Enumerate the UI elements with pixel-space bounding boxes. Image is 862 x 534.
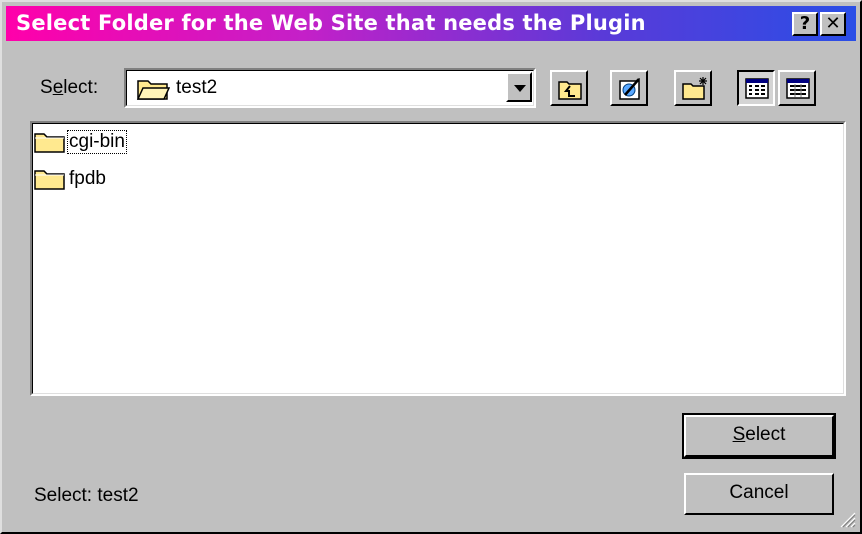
list-view-icon	[745, 78, 769, 99]
up-one-level-button[interactable]	[550, 70, 588, 106]
select-label-hotkey: e	[52, 77, 64, 98]
help-button[interactable]: ?	[792, 12, 818, 36]
resize-grip-icon[interactable]	[838, 510, 856, 528]
folder-name: cgi-bin	[67, 130, 127, 154]
details-view-icon	[786, 78, 810, 99]
cancel-button[interactable]: Cancel	[684, 473, 834, 515]
select-button[interactable]: Select	[682, 413, 836, 459]
folder-icon	[34, 133, 65, 153]
new-folder-icon	[682, 77, 707, 100]
up-folder-icon	[558, 81, 582, 100]
select-label-text: S	[40, 77, 53, 98]
dropdown-arrow-button[interactable]	[506, 72, 532, 102]
select-folder-dialog: Select Folder for the Web Site that need…	[0, 0, 862, 534]
folder-name: fpdb	[69, 168, 106, 189]
status-text: Select: test2	[34, 485, 139, 506]
current-folder-name: test2	[176, 77, 218, 98]
folder-combo-box[interactable]: test2	[124, 68, 536, 108]
browse-web-button[interactable]	[610, 70, 648, 106]
details-view-button[interactable]	[778, 70, 816, 106]
close-button[interactable]: ✕	[820, 12, 846, 36]
title-bar[interactable]: Select Folder for the Web Site that need…	[6, 6, 856, 41]
folder-icon	[34, 170, 65, 190]
window-title: Select Folder for the Web Site that need…	[16, 11, 646, 35]
create-new-folder-button[interactable]	[674, 70, 712, 106]
folder-list[interactable]: cgi-bin fpdb	[30, 121, 846, 396]
select-label-rest: lect:	[63, 77, 99, 98]
select-label: Select:	[40, 77, 98, 99]
web-browse-icon	[619, 78, 640, 100]
list-view-button[interactable]	[737, 70, 775, 106]
folder-list-inner	[32, 123, 844, 394]
select-button-rest: elect	[745, 424, 786, 445]
open-folder-icon	[136, 77, 171, 106]
select-button-hotkey: S	[732, 424, 746, 445]
